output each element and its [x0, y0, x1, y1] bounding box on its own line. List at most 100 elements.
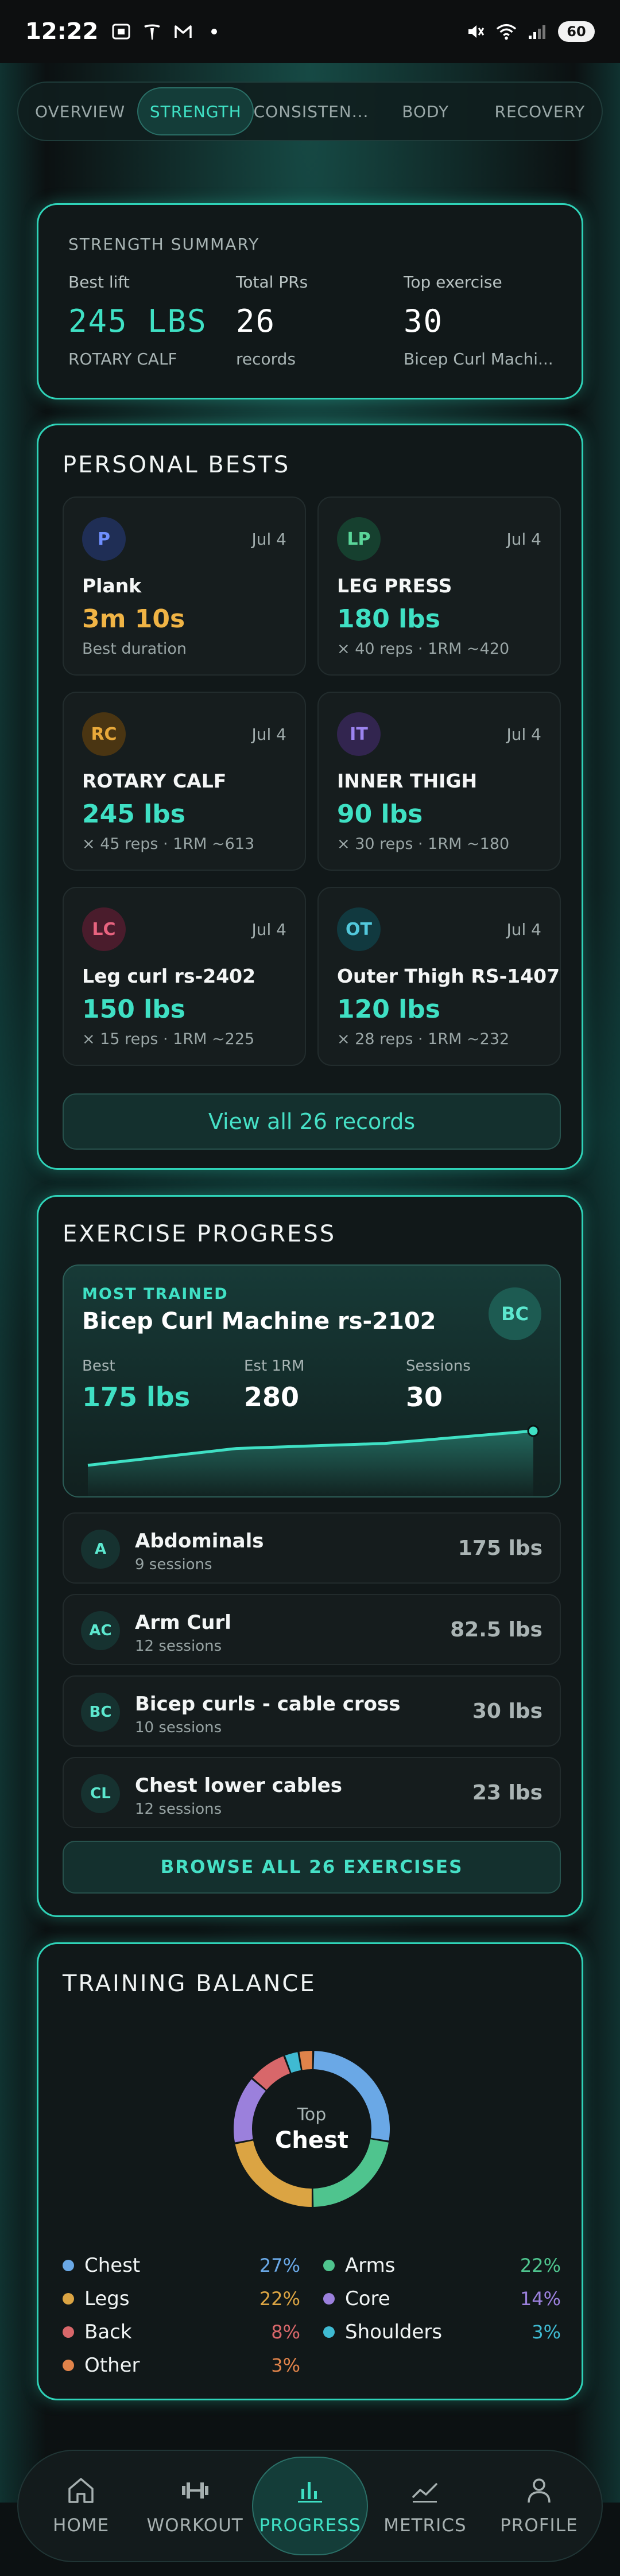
tab-strength[interactable]: STRENGTH	[137, 87, 254, 135]
pb-detail: Best duration	[82, 640, 187, 658]
strength-summary-card: STRENGTH SUMMARY Best lift 245 LBS ROTAR…	[37, 203, 583, 399]
total-prs-label: Total PRs	[236, 273, 308, 292]
trend-latest-point	[527, 1425, 540, 1437]
tab-consistency[interactable]: CONSISTEN...	[254, 87, 368, 135]
status-notification-icons	[111, 21, 224, 42]
exercise-row-abdominals[interactable]: A Abdominals 9 sessions 175 lbs	[63, 1512, 561, 1584]
pb-date: Jul 4	[506, 920, 542, 939]
battery-indicator: 60	[558, 21, 595, 42]
nav-profile[interactable]: PROFILE	[482, 2457, 596, 2555]
legend-dot	[63, 2326, 74, 2338]
status-system-icons: 60	[465, 21, 595, 42]
pb-tile-plank[interactable]: P Jul 4 Plank 3m 10s Best duration	[63, 496, 306, 676]
nav-progress[interactable]: PROGRESS	[251, 2457, 369, 2555]
donut-center-caption: Top	[297, 2104, 327, 2125]
exercise-row-arm-curl[interactable]: AC Arm Curl 12 sessions 82.5 lbs	[63, 1594, 561, 1665]
exercise-sessions: 12 sessions	[135, 1638, 222, 1655]
best-label: Best	[82, 1357, 115, 1375]
legend-dot	[63, 2293, 74, 2305]
training-balance-title: TRAINING BALANCE	[63, 1970, 316, 1997]
nav-home[interactable]: HOME	[24, 2457, 138, 2555]
tab-overview[interactable]: OVERVIEW	[23, 87, 137, 135]
pb-badge: IT	[337, 712, 381, 756]
section-tab-bar: OVERVIEW STRENGTH CONSISTEN... BODY RECO…	[17, 82, 603, 141]
most-trained-sessions: Sessions 30	[406, 1357, 471, 1413]
tab-body[interactable]: BODY	[369, 87, 483, 135]
pb-badge: P	[82, 517, 126, 561]
pb-tile-outer-thigh[interactable]: OT Jul 4 Outer Thigh RS-1407 120 lbs × 2…	[317, 887, 561, 1066]
status-time: 12:22	[25, 18, 99, 45]
top-exercise-stat: Top exercise 30 Bicep Curl Machi...	[404, 273, 562, 368]
nav-workout-label: WORKOUT	[146, 2515, 243, 2536]
pb-date: Jul 4	[251, 920, 287, 939]
pb-tile-leg-curl[interactable]: LC Jul 4 Leg curl rs-2402 150 lbs × 15 r…	[63, 887, 306, 1066]
legend-dot	[323, 2293, 335, 2305]
most-trained-best: Best 175 lbs	[82, 1357, 190, 1413]
pb-detail: × 15 reps · 1RM ~225	[82, 1030, 255, 1048]
exercise-sessions: 12 sessions	[135, 1801, 222, 1818]
dumbbell-icon	[181, 2482, 208, 2499]
pb-value: 245 lbs	[82, 800, 185, 829]
legend-label: Other	[84, 2354, 140, 2377]
pb-date: Jul 4	[251, 725, 287, 744]
nav-profile-label: PROFILE	[500, 2515, 578, 2536]
pb-exercise-name: Outer Thigh RS-1407	[337, 965, 560, 987]
training-balance-legend: Chest 27% Arms 22% Legs 22% Core 14% Back 8% Shoul…	[63, 2253, 561, 2378]
most-trained-card[interactable]: MOST TRAINED Bicep Curl Machine rs-2102 …	[63, 1264, 561, 1498]
top-exercise-name: Bicep Curl Machi...	[404, 350, 553, 368]
browse-all-exercises-button[interactable]: BROWSE ALL 26 EXERCISES	[63, 1841, 561, 1894]
total-prs-unit: records	[236, 350, 296, 368]
pb-exercise-name: INNER THIGH	[337, 770, 478, 792]
exercise-badge: BC	[81, 1693, 120, 1732]
legend-label: Core	[345, 2287, 390, 2310]
personal-bests-title: PERSONAL BESTS	[63, 452, 290, 478]
legend-percent: 8%	[271, 2321, 300, 2343]
most-trained-trend-chart	[87, 1425, 540, 1496]
pb-value: 120 lbs	[337, 995, 440, 1024]
donut-center-value: Chest	[275, 2127, 348, 2154]
exercise-progress-card: EXERCISE PROGRESS MOST TRAINED Bicep Cur…	[37, 1195, 583, 1917]
strength-summary-title: STRENGTH SUMMARY	[68, 235, 260, 254]
legend-percent: 27%	[259, 2255, 300, 2276]
best-lift-value: 245 LBS	[68, 303, 207, 339]
pb-value: 150 lbs	[82, 995, 185, 1024]
more-notifications-dot-icon	[204, 21, 224, 42]
pb-tile-leg-press[interactable]: LP Jul 4 LEG PRESS 180 lbs × 40 reps · 1…	[317, 496, 561, 676]
legend-item-shoulders: Shoulders 3%	[323, 2319, 561, 2345]
legend-dot	[323, 2260, 335, 2271]
pb-tile-rotary-calf[interactable]: RC Jul 4 ROTARY CALF 245 lbs × 45 reps ·…	[63, 692, 306, 871]
total-prs-stat: Total PRs 26 records	[236, 273, 391, 368]
trend-area	[88, 1431, 533, 1496]
legend-percent: 3%	[532, 2321, 561, 2343]
exercise-name: Arm Curl	[135, 1611, 231, 1634]
mute-icon	[465, 21, 486, 42]
pb-detail: × 30 reps · 1RM ~180	[337, 835, 510, 853]
legend-label: Back	[84, 2321, 132, 2344]
most-trained-badge: BC	[489, 1287, 541, 1340]
line-chart-icon	[412, 2483, 438, 2503]
nav-workout[interactable]: WORKOUT	[138, 2457, 251, 2555]
est-1rm-value: 280	[244, 1382, 300, 1413]
view-all-records-button[interactable]: View all 26 records	[63, 1093, 561, 1150]
pb-exercise-name: Leg curl rs-2402	[82, 965, 256, 987]
nav-metrics[interactable]: METRICS	[368, 2457, 482, 2555]
exercise-badge: A	[81, 1530, 120, 1569]
tab-recovery[interactable]: RECOVERY	[483, 87, 597, 135]
nav-home-label: HOME	[53, 2515, 110, 2536]
pb-exercise-name: LEG PRESS	[337, 575, 452, 597]
legend-item-other: Other 3%	[63, 2353, 300, 2378]
exercise-badge: AC	[81, 1611, 120, 1650]
pb-tile-inner-thigh[interactable]: IT Jul 4 INNER THIGH 90 lbs × 30 reps · …	[317, 692, 561, 871]
status-bar: 12:22 60	[0, 0, 620, 63]
personal-bests-card: PERSONAL BESTS P Jul 4 Plank 3m 10s Best…	[37, 424, 583, 1170]
donut-center-label: Top Chest	[226, 2043, 398, 2215]
legend-percent: 22%	[520, 2255, 561, 2276]
legend-item-core: Core 14%	[323, 2286, 561, 2311]
signal-icon	[527, 21, 548, 42]
exercise-row-bicep-curls-cable-cross[interactable]: BC Bicep curls - cable cross 10 sessions…	[63, 1675, 561, 1747]
pb-exercise-name: Plank	[82, 575, 142, 597]
exercise-row-chest-lower-cables[interactable]: CL Chest lower cables 12 sessions 23 lbs	[63, 1757, 561, 1828]
pb-detail: × 40 reps · 1RM ~420	[337, 640, 510, 658]
sessions-value: 30	[406, 1382, 443, 1413]
exercise-best-value: 82.5 lbs	[450, 1618, 542, 1642]
